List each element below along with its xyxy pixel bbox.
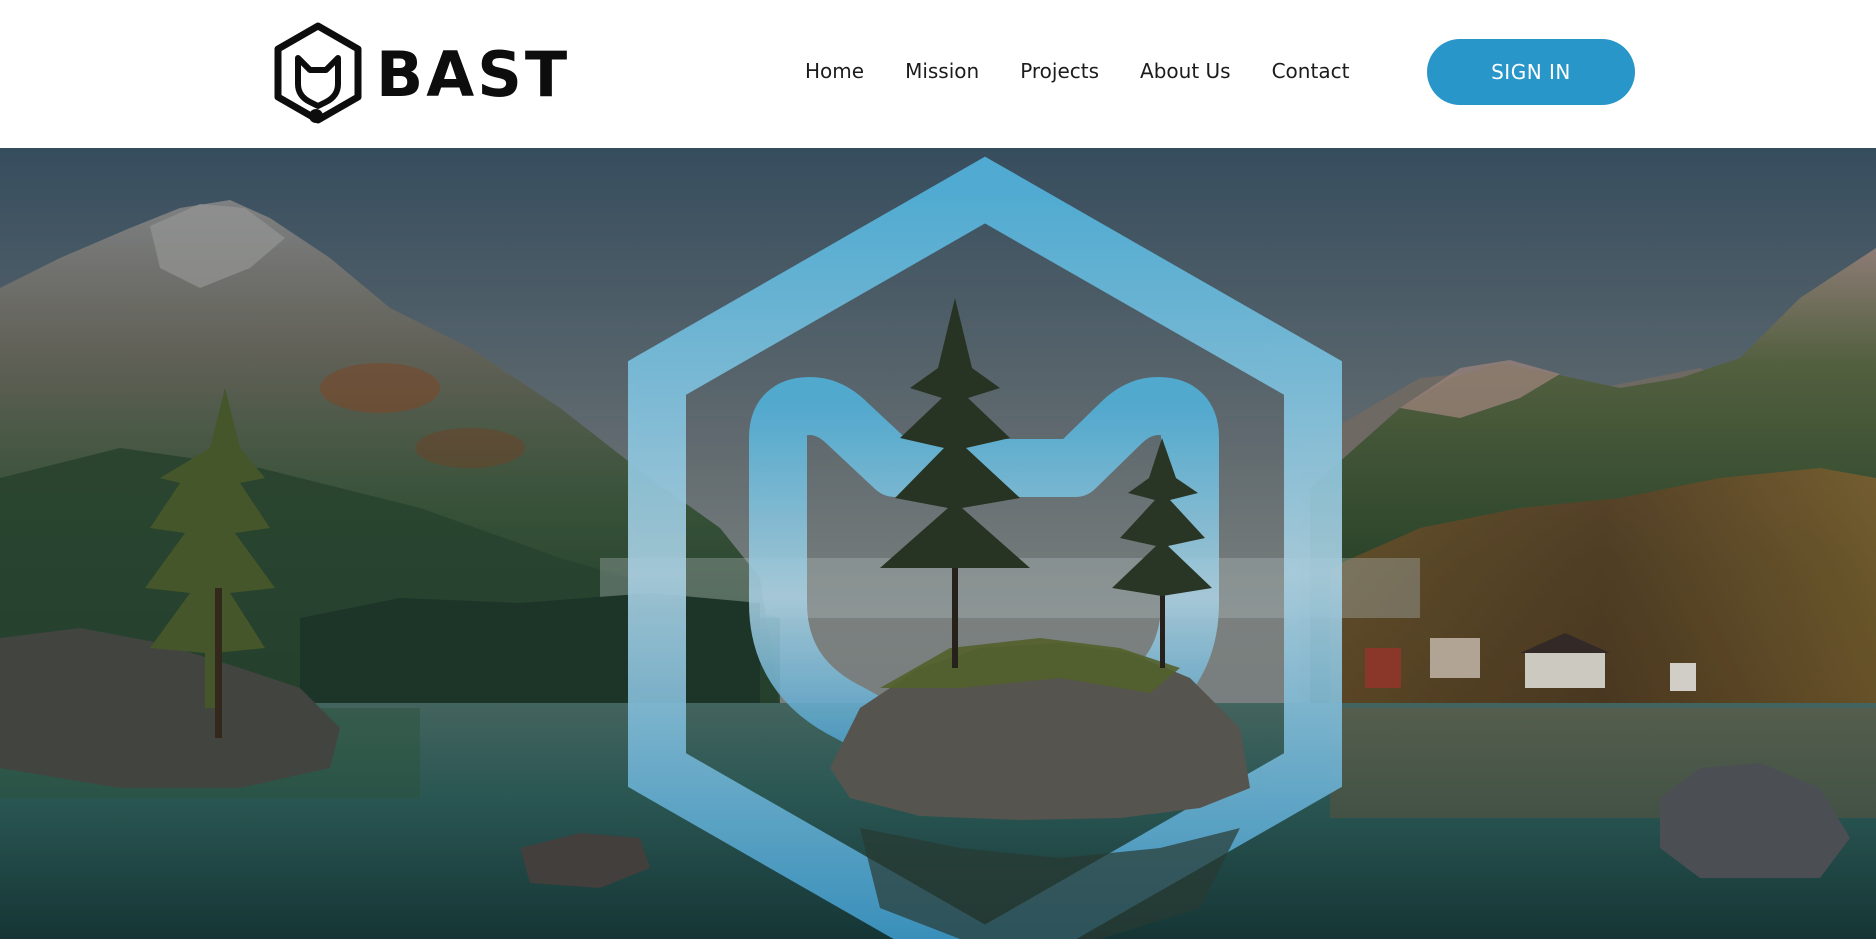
sign-in-button[interactable]: SIGN IN (1427, 39, 1635, 105)
nav-contact[interactable]: Contact (1272, 55, 1350, 87)
nav-mission[interactable]: Mission (905, 55, 979, 87)
main-nav: Home Mission Projects About Us Contact (805, 55, 1349, 87)
hex-cat-icon (274, 22, 362, 124)
brand-logo[interactable]: BAST (274, 22, 570, 124)
nav-about-us[interactable]: About Us (1140, 55, 1231, 87)
hero-landscape-image (0, 148, 1876, 939)
site-header: BAST Home Mission Projects About Us Cont… (0, 0, 1876, 148)
nav-home[interactable]: Home (805, 55, 864, 87)
brand-name: BAST (376, 38, 571, 111)
hero-section (0, 148, 1876, 939)
nav-projects[interactable]: Projects (1020, 55, 1099, 87)
